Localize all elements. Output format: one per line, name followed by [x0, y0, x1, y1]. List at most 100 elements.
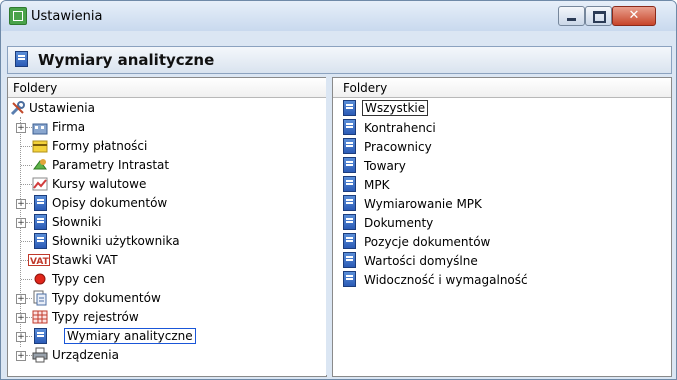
tree-connector — [26, 336, 32, 337]
expand-icon[interactable]: + — [16, 294, 26, 304]
list-item-label: Pozycje dokumentów — [364, 235, 491, 249]
list-item-pozycje-dokumentow[interactable]: Pozycje dokumentów — [333, 232, 671, 251]
document-icon — [34, 214, 47, 230]
tools-icon — [10, 100, 26, 116]
tree-item-slowniki-uzytkownika[interactable]: Słowniki użytkownika — [8, 232, 318, 251]
tree-item-label: Stawki VAT — [52, 253, 118, 267]
minimize-button[interactable] — [558, 6, 585, 26]
right-panel-header: Foldery — [333, 78, 671, 98]
list-item-label: Widoczność i wymagalność — [364, 273, 528, 287]
title-bar[interactable]: Ustawienia ✕ — [1, 1, 676, 31]
document-icon — [343, 214, 356, 230]
tree-item-typy-rejestrow[interactable]: + Typy rejestrów — [8, 308, 318, 327]
tree-item-label: Urządzenia — [52, 348, 119, 362]
settings-window: Ustawienia ✕ Wymiary analityczne Foldery… — [0, 0, 677, 380]
expand-icon[interactable]: + — [16, 351, 26, 361]
expand-icon[interactable]: + — [16, 218, 26, 228]
list-item-label: Towary — [364, 159, 406, 173]
left-panel-header: Foldery — [8, 78, 326, 98]
tree-item-formy-platnosci[interactable]: Formy płatności — [8, 137, 318, 156]
tree-item-label: Parametry Intrastat — [52, 158, 170, 172]
tree-connector — [21, 146, 32, 147]
tree-connector — [21, 165, 32, 166]
settings-app-icon — [9, 7, 27, 25]
tree-item-label: Opisy dokumentów — [52, 196, 168, 210]
tree-item-firma[interactable]: + Firma — [8, 118, 318, 137]
tree-item-parametry-intrastat[interactable]: Parametry Intrastat — [8, 156, 318, 175]
list-item-wartosci-domyslne[interactable]: Wartości domyślne — [333, 251, 671, 270]
tree-item-label: Typy dokumentów — [52, 291, 161, 305]
document-icon — [343, 233, 356, 249]
payment-icon — [32, 138, 48, 154]
chart-icon — [32, 176, 48, 192]
list-item-mpk[interactable]: MPK — [333, 175, 671, 194]
document-icon — [34, 233, 47, 249]
list-item-widocznosc-i-wymagalnosc[interactable]: Widoczność i wymagalność — [333, 270, 671, 289]
doc-type-icon — [32, 290, 48, 306]
tree-item-label: Słowniki użytkownika — [52, 234, 180, 248]
document-icon — [343, 119, 356, 135]
tree-item-label: Firma — [52, 120, 86, 134]
tree-item-urzadzenia[interactable]: + Urządzenia — [8, 346, 318, 365]
tree-item-wymiary-analityczne[interactable]: + Wymiary analityczne — [8, 327, 318, 346]
document-icon — [15, 51, 28, 67]
expand-icon[interactable]: + — [16, 123, 26, 133]
close-button[interactable]: ✕ — [612, 6, 656, 26]
document-icon — [343, 138, 356, 154]
tree-item-label-selected: Wymiary analityczne — [64, 328, 196, 344]
svg-text:VAT: VAT — [30, 257, 50, 267]
vat-icon: VAT — [28, 252, 50, 268]
section-title: Wymiary analityczne — [38, 51, 215, 69]
tree-connector — [26, 203, 32, 204]
expand-icon[interactable]: + — [16, 313, 26, 323]
list-item-label-selected: Wszystkie — [362, 100, 429, 116]
expand-icon[interactable]: + — [16, 199, 26, 209]
red-dot-icon — [32, 271, 48, 287]
list-item-wszystkie[interactable]: Wszystkie — [333, 99, 671, 118]
list-item-label: Pracownicy — [364, 140, 432, 154]
list-item-dokumenty[interactable]: Dokumenty — [333, 213, 671, 232]
tree-root-label: Ustawienia — [29, 101, 95, 115]
maximize-button[interactable] — [585, 6, 612, 26]
printer-icon — [32, 347, 48, 363]
document-icon — [343, 157, 356, 173]
list-item-pracownicy[interactable]: Pracownicy — [333, 137, 671, 156]
list-item-label: Dokumenty — [364, 216, 434, 230]
building-icon — [32, 119, 48, 135]
intrastat-icon — [32, 157, 48, 173]
tree-item-typy-cen[interactable]: Typy cen — [8, 270, 318, 289]
grid-icon — [32, 309, 48, 325]
close-icon: ✕ — [628, 8, 640, 23]
document-icon — [343, 195, 356, 211]
list-item-wymiarowanie-mpk[interactable]: Wymiarowanie MPK — [333, 194, 671, 213]
list-item-label: MPK — [364, 178, 390, 192]
document-icon — [343, 271, 356, 287]
tree-item-label: Słowniki — [52, 215, 102, 229]
tree-connector — [21, 279, 32, 280]
expand-icon[interactable]: + — [16, 332, 26, 342]
list-item-label: Kontrahenci — [364, 121, 436, 135]
tree-item-opisy-dokumentow[interactable]: + Opisy dokumentów — [8, 194, 318, 213]
list-item-kontrahenci[interactable]: Kontrahenci — [333, 118, 671, 137]
tree-item-slowniki[interactable]: + Słowniki — [8, 213, 318, 232]
tree-root[interactable]: Ustawienia — [8, 99, 318, 118]
folders-tree-panel: Foldery Ustawienia + Firma Formy płatnoś… — [7, 77, 327, 377]
tree-item-typy-dokumentow[interactable]: + Typy dokumentów — [8, 289, 318, 308]
folders-list-panel: Foldery Wszystkie Kontrahenci Pracownicy… — [332, 77, 672, 377]
list-item-towary[interactable]: Towary — [333, 156, 671, 175]
tree-item-kursy-walutowe[interactable]: Kursy walutowe — [8, 175, 318, 194]
list-item-label: Wymiarowanie MPK — [364, 197, 482, 211]
right-panel-header-label: Foldery — [343, 81, 388, 95]
left-panel-header-label: Foldery — [13, 81, 58, 95]
tree-item-stawki-vat[interactable]: VAT Stawki VAT — [8, 251, 318, 270]
tree-connector — [21, 260, 28, 261]
list-item-label: Wartości domyślne — [364, 254, 478, 268]
tree-item-label: Typy rejestrów — [52, 310, 139, 324]
tree-connector — [21, 241, 32, 242]
document-icon — [343, 176, 356, 192]
tree-item-label: Typy cen — [52, 272, 105, 286]
document-icon — [34, 328, 47, 344]
panel-splitter[interactable] — [326, 77, 331, 375]
document-icon — [343, 252, 356, 268]
section-header: Wymiary analityczne — [7, 46, 672, 74]
